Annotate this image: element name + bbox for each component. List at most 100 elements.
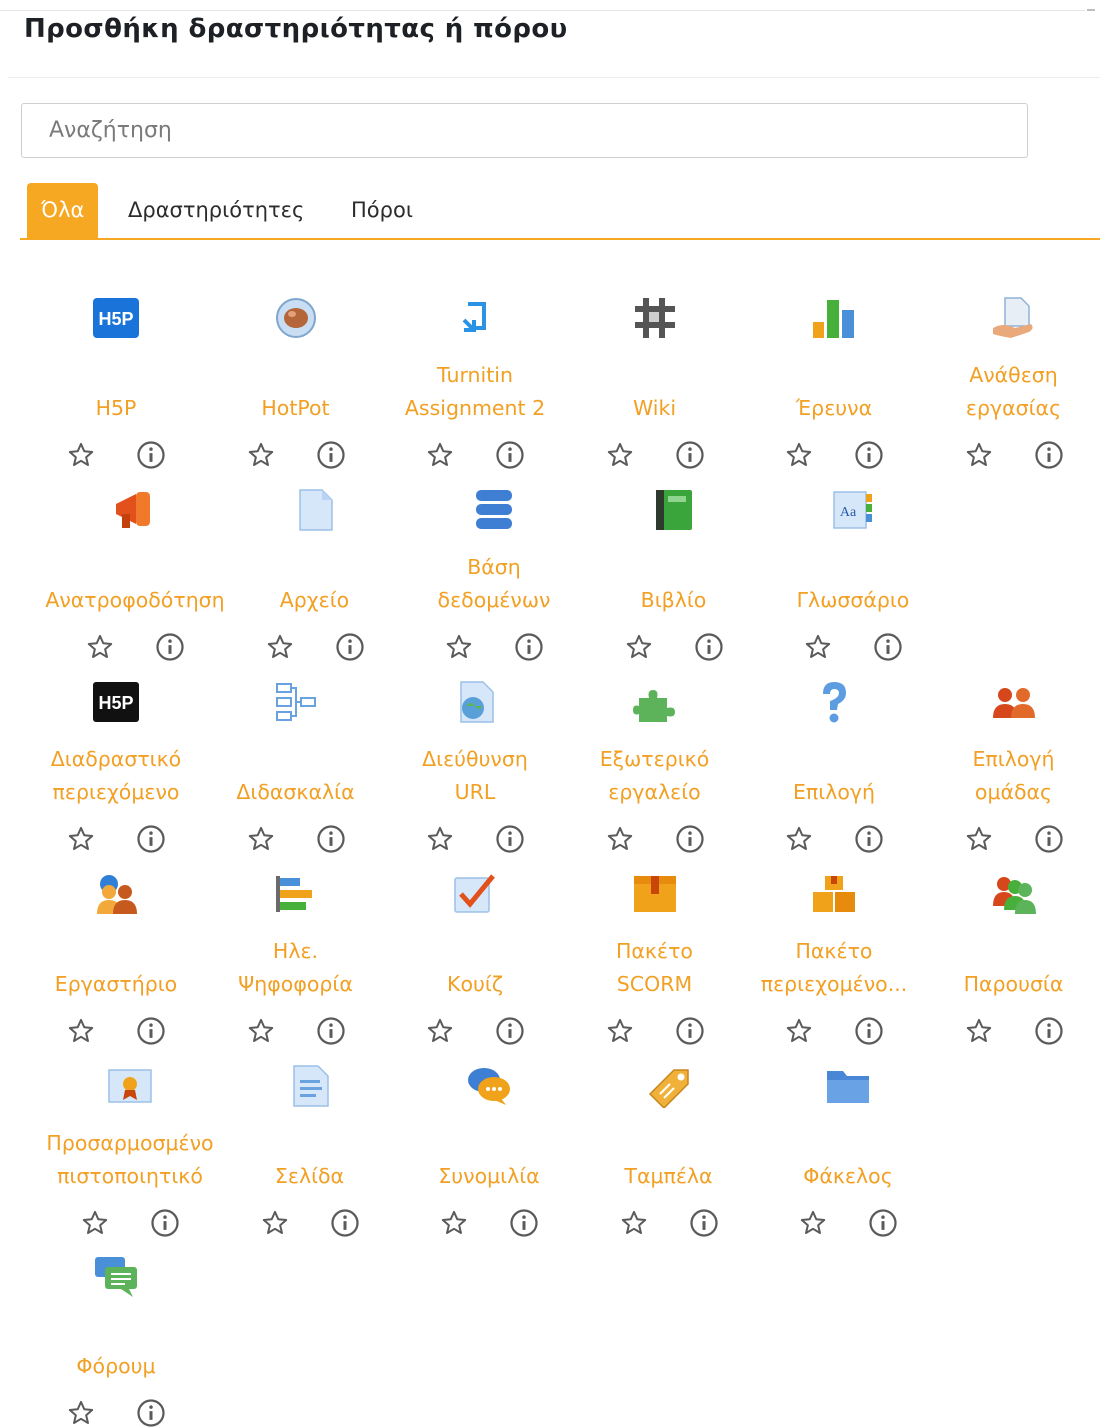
star-icon[interactable] <box>424 824 456 854</box>
hotpot-icon[interactable] <box>273 296 319 340</box>
module-label[interactable]: Ανάθεση εργασίας <box>900 353 1100 425</box>
star-icon[interactable] <box>963 440 995 470</box>
info-icon[interactable] <box>494 824 526 854</box>
folder-icon[interactable] <box>825 1064 871 1108</box>
star-icon[interactable] <box>245 440 277 470</box>
module-item[interactable]: Επιλογή <box>750 674 918 844</box>
url-icon[interactable] <box>452 680 498 724</box>
module-item[interactable]: Ταμπέλα <box>585 1058 753 1228</box>
module-item[interactable]: HotPot <box>212 290 380 460</box>
star-icon[interactable] <box>79 1208 111 1238</box>
info-icon[interactable] <box>494 440 526 470</box>
info-icon[interactable] <box>674 1016 706 1046</box>
module-item[interactable]: Ανάθεση εργασίας <box>930 290 1098 460</box>
tab-activities[interactable]: Δραστηριότητες <box>128 183 304 238</box>
star-icon[interactable] <box>618 1208 650 1238</box>
module-label[interactable]: Φόρουμ <box>2 1311 230 1383</box>
info-icon[interactable] <box>135 440 167 470</box>
info-icon[interactable] <box>513 632 545 662</box>
star-icon[interactable] <box>259 1208 291 1238</box>
module-item[interactable]: Ηλε. Ψηφοφορία <box>212 866 380 1036</box>
info-icon[interactable] <box>1033 824 1065 854</box>
info-icon[interactable] <box>135 1398 167 1428</box>
interactive-content-icon[interactable]: H5P <box>93 680 139 724</box>
info-icon[interactable] <box>315 440 347 470</box>
info-icon[interactable] <box>135 824 167 854</box>
content-package-icon[interactable] <box>811 872 857 916</box>
info-icon[interactable] <box>674 440 706 470</box>
module-label[interactable]: Παρουσία <box>900 929 1100 1001</box>
star-icon[interactable] <box>783 440 815 470</box>
attendance-icon[interactable] <box>991 872 1037 916</box>
star-icon[interactable] <box>802 632 834 662</box>
module-item[interactable]: Πακέτο περιεχομένο... <box>750 866 918 1036</box>
module-item[interactable]: Ανατροφοδότηση <box>51 482 219 652</box>
book-icon[interactable] <box>651 488 697 532</box>
star-icon[interactable] <box>783 1016 815 1046</box>
star-icon[interactable] <box>65 824 97 854</box>
module-item[interactable]: Φάκελος <box>764 1058 932 1228</box>
star-icon[interactable] <box>245 824 277 854</box>
module-item[interactable]: Παρουσία <box>930 866 1098 1036</box>
turnitin-icon[interactable] <box>452 296 498 340</box>
module-item[interactable]: H5PΔιαδραστικό περιεχόμενο <box>32 674 200 844</box>
star-icon[interactable] <box>443 632 475 662</box>
module-item[interactable]: Φόρουμ <box>32 1248 200 1418</box>
module-item[interactable]: Διδασκαλία <box>212 674 380 844</box>
workshop-icon[interactable] <box>93 872 139 916</box>
feedback-icon[interactable] <box>112 488 158 532</box>
star-icon[interactable] <box>264 632 296 662</box>
star-icon[interactable] <box>65 1016 97 1046</box>
info-icon[interactable] <box>494 1016 526 1046</box>
module-item[interactable]: Αρχείο <box>231 482 399 652</box>
module-item[interactable]: Εργαστήριο <box>32 866 200 1036</box>
info-icon[interactable] <box>149 1208 181 1238</box>
star-icon[interactable] <box>65 1398 97 1428</box>
star-icon[interactable] <box>783 824 815 854</box>
info-icon[interactable] <box>853 824 885 854</box>
info-icon[interactable] <box>688 1208 720 1238</box>
module-item[interactable]: Διεύθυνση URL <box>391 674 559 844</box>
survey-icon[interactable] <box>811 296 857 340</box>
info-icon[interactable] <box>334 632 366 662</box>
module-item[interactable]: Έρευνα <box>750 290 918 460</box>
module-item[interactable]: Συνομιλία <box>405 1058 573 1228</box>
info-icon[interactable] <box>329 1208 361 1238</box>
page-icon[interactable] <box>287 1064 333 1108</box>
info-icon[interactable] <box>315 1016 347 1046</box>
star-icon[interactable] <box>424 1016 456 1046</box>
group-choice-icon[interactable] <box>991 680 1037 724</box>
star-icon[interactable] <box>623 632 655 662</box>
star-icon[interactable] <box>797 1208 829 1238</box>
certificate-icon[interactable] <box>107 1064 153 1108</box>
info-icon[interactable] <box>1033 440 1065 470</box>
module-item[interactable]: Κουίζ <box>391 866 559 1036</box>
quiz-icon[interactable] <box>452 872 498 916</box>
info-icon[interactable] <box>693 632 725 662</box>
star-icon[interactable] <box>245 1016 277 1046</box>
star-icon[interactable] <box>65 440 97 470</box>
star-icon[interactable] <box>963 824 995 854</box>
module-label[interactable]: Γλωσσάριο <box>739 545 967 617</box>
info-icon[interactable] <box>853 440 885 470</box>
module-item[interactable]: Επιλογή ομάδας <box>930 674 1098 844</box>
info-icon[interactable] <box>853 1016 885 1046</box>
star-icon[interactable] <box>604 824 636 854</box>
module-item[interactable]: H5PH5P <box>32 290 200 460</box>
module-item[interactable]: Βάση δεδομένων <box>410 482 578 652</box>
module-item[interactable]: Προσαρμοσμένο πιστοποιητικό <box>46 1058 214 1228</box>
module-item[interactable]: Wiki <box>571 290 739 460</box>
external-tool-icon[interactable] <box>632 680 678 724</box>
assignment-icon[interactable] <box>991 296 1037 340</box>
chat-icon[interactable] <box>466 1064 512 1108</box>
star-icon[interactable] <box>604 1016 636 1046</box>
info-icon[interactable] <box>872 632 904 662</box>
tab-all[interactable]: Όλα <box>27 183 98 238</box>
info-icon[interactable] <box>315 824 347 854</box>
info-icon[interactable] <box>674 824 706 854</box>
star-icon[interactable] <box>84 632 116 662</box>
module-label[interactable]: Επιλογή ομάδας <box>900 737 1100 809</box>
glossary-icon[interactable]: Aa <box>830 488 876 532</box>
evoting-icon[interactable] <box>273 872 319 916</box>
info-icon[interactable] <box>135 1016 167 1046</box>
